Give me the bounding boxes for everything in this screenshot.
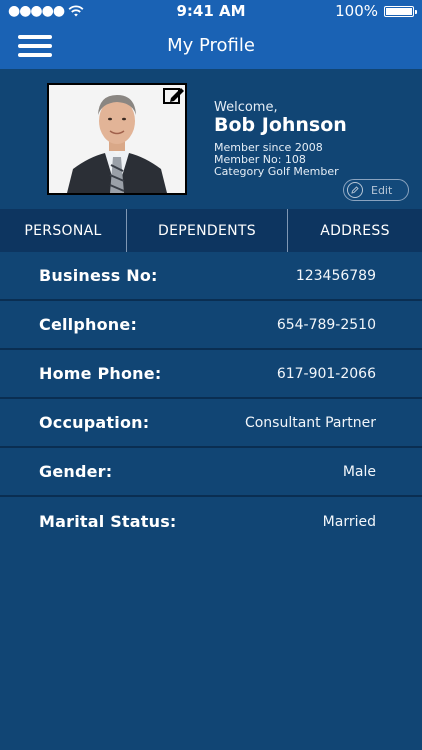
page-title: My Profile [167,35,255,56]
edit-photo-icon[interactable] [163,85,185,105]
field-value: 654-789-2510 [276,316,376,333]
field-value: Male [342,463,376,480]
pencil-icon [347,182,363,198]
field-value: Married [322,513,376,530]
field-value: 123456789 [295,267,376,284]
field-value: Consultant Partner [244,414,376,431]
battery-icon [384,5,417,17]
field-label: Cellphone: [39,315,138,334]
field-label: Home Phone: [39,364,162,383]
member-name: Bob Johnson [214,114,347,136]
edit-label: Edit [371,183,393,197]
tab-address[interactable]: ADDRESS [288,209,422,252]
battery-percent: 100% [335,2,378,20]
profile-header: Welcome, Bob Johnson Member since 2008 M… [0,69,422,209]
field-label: Marital Status: [39,512,177,531]
field-row-cellphone: Cellphone: 654-789-2510 [0,301,422,350]
edit-profile-button[interactable]: Edit [343,179,409,201]
field-label: Occupation: [39,413,150,432]
field-row-occupation: Occupation: Consultant Partner [0,399,422,448]
member-category: Category Golf Member [214,165,339,178]
field-label: Gender: [39,462,113,481]
nav-bar: My Profile [0,22,422,69]
tab-dependents[interactable]: DEPENDENTS [127,209,288,252]
status-bar: ●●●●● 9:41 AM 100% [0,0,422,22]
field-value: 617-901-2066 [276,365,376,382]
welcome-text: Welcome, [214,100,278,115]
field-row-marital-status: Marital Status: Married [0,497,422,546]
field-row-business-no: Business No: 123456789 [0,252,422,301]
field-label: Business No: [39,266,158,285]
status-right: 100% [335,0,417,22]
personal-details-list: Business No: 123456789 Cellphone: 654-78… [0,252,422,546]
profile-tabs: PERSONAL DEPENDENTS ADDRESS [0,209,422,252]
tab-personal[interactable]: PERSONAL [0,209,127,252]
field-row-home-phone: Home Phone: 617-901-2066 [0,350,422,399]
field-row-gender: Gender: Male [0,448,422,497]
